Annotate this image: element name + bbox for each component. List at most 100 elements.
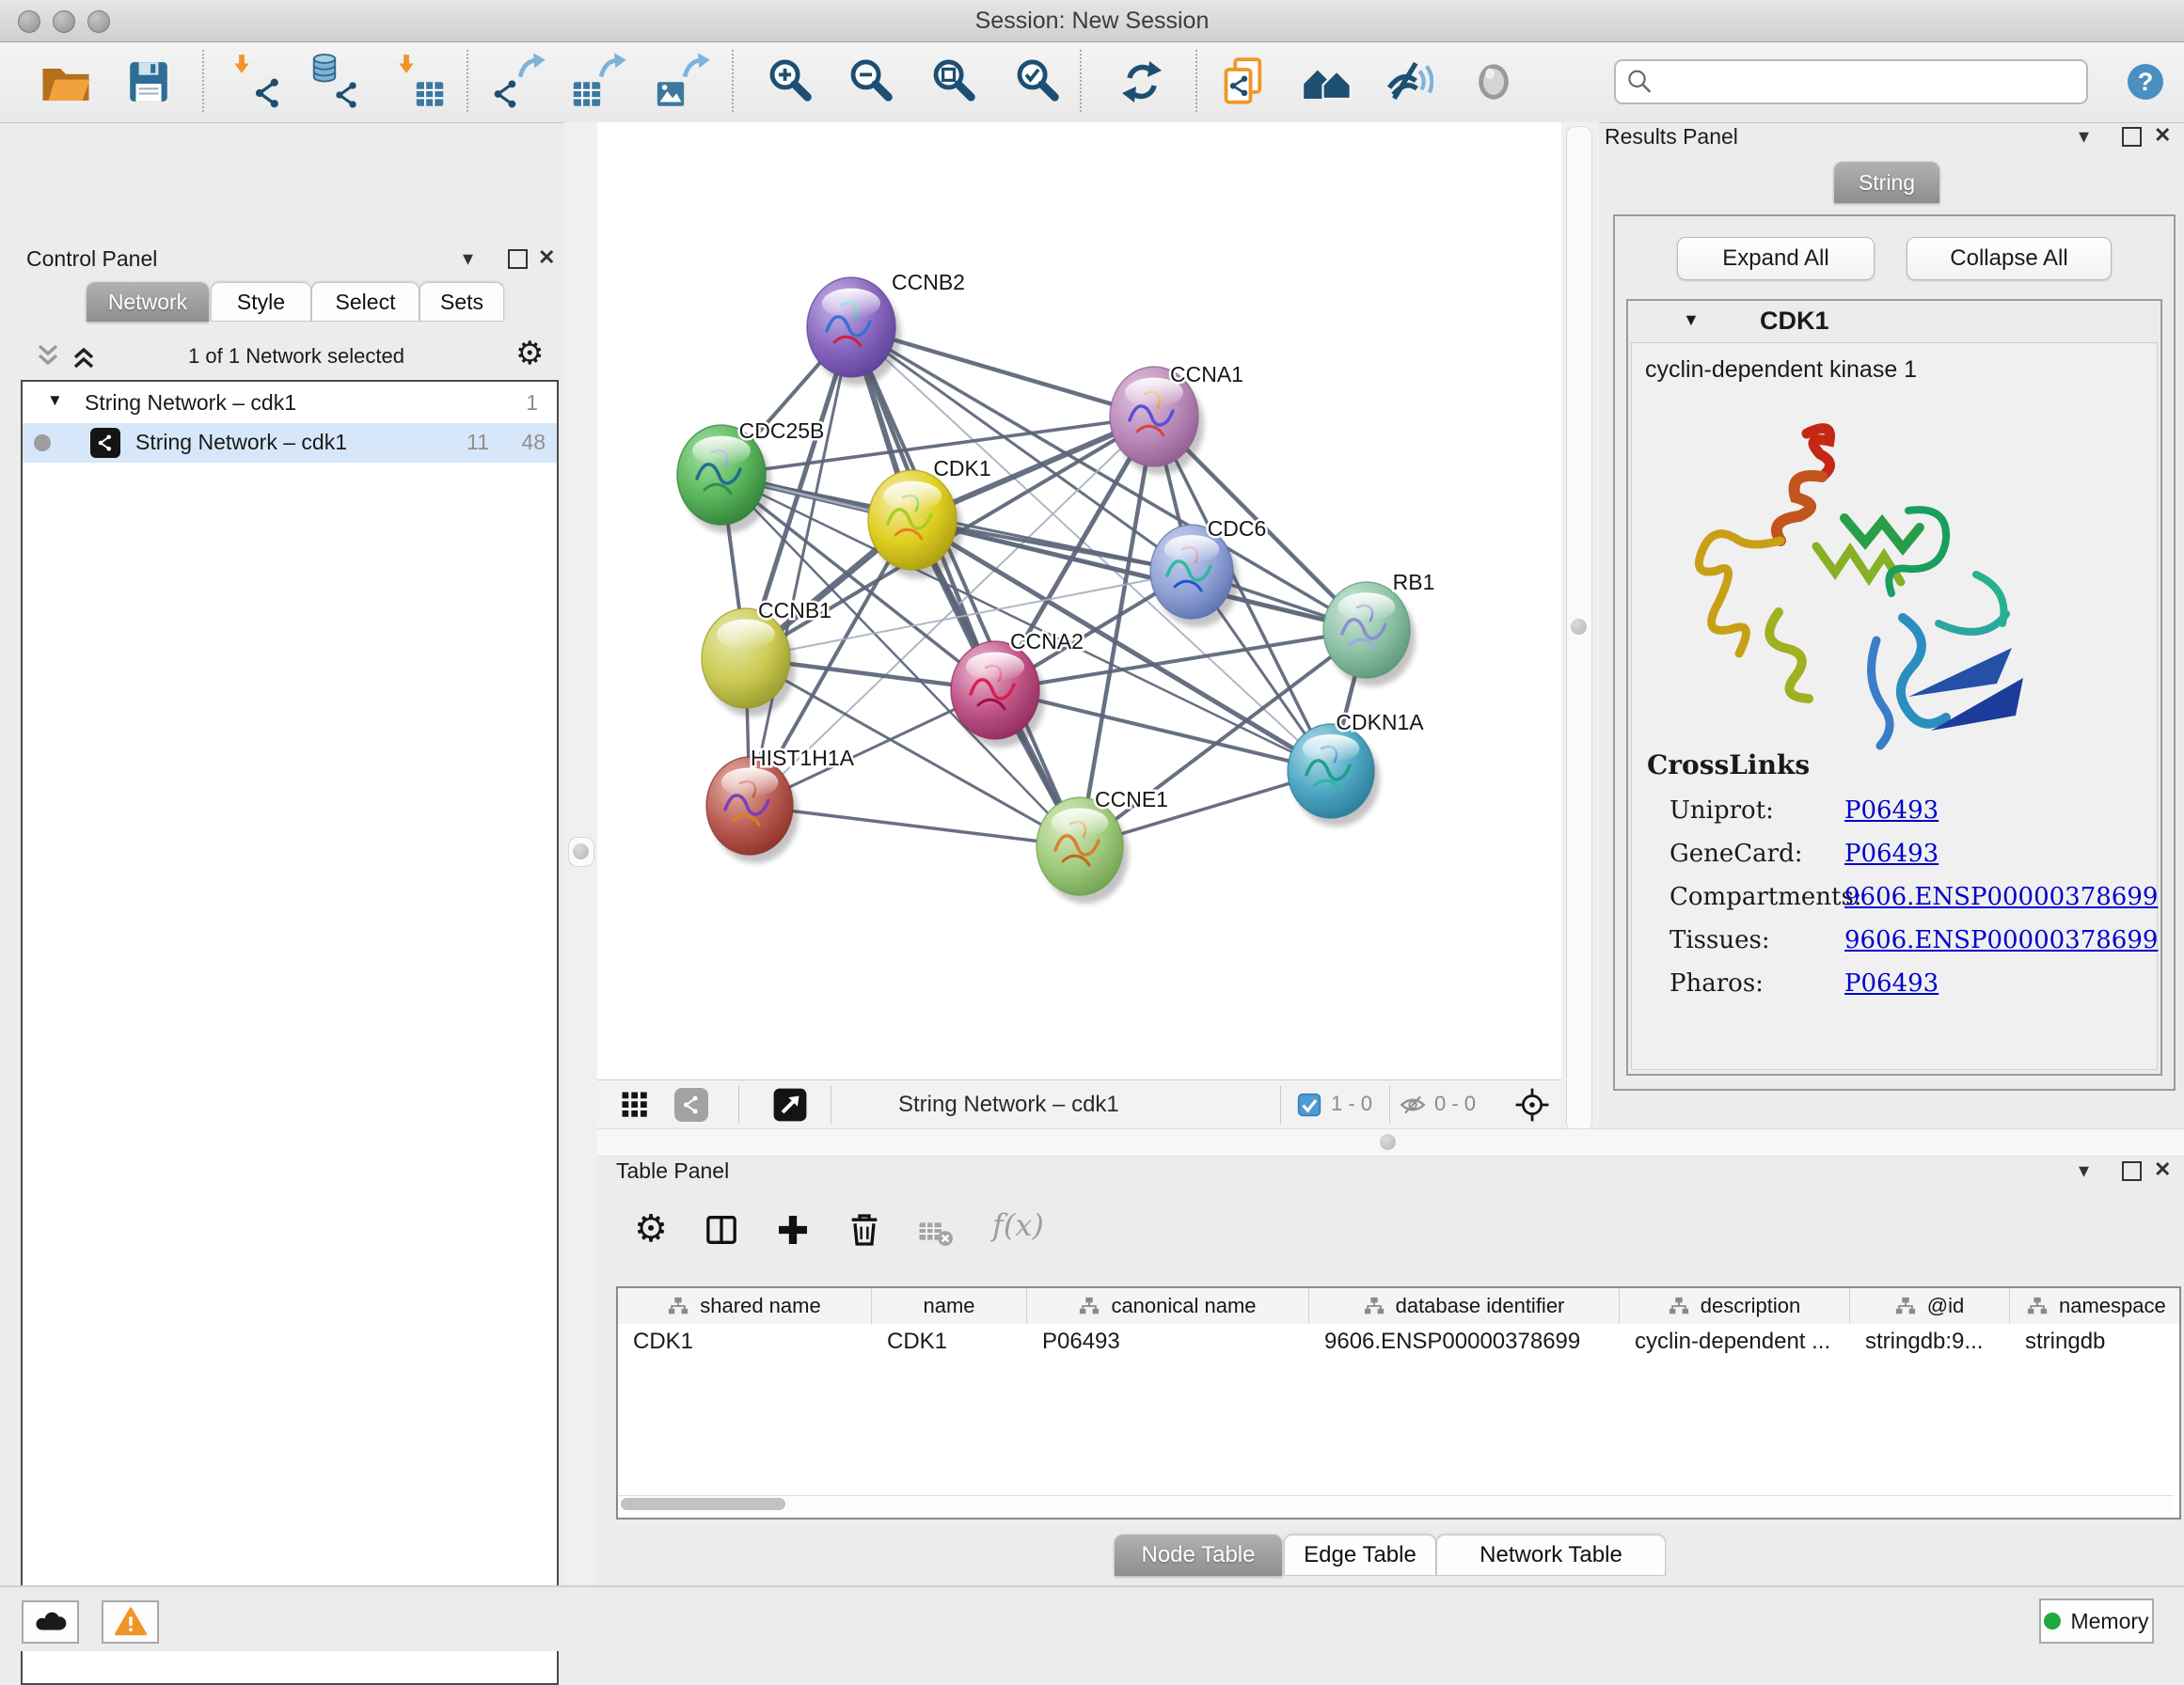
import-table-icon[interactable] <box>388 52 448 112</box>
network-graph[interactable]: CCNB2CCNA1CDC25BCDK1CDC6RB1CCNB1CCNA2CDK… <box>597 122 1561 1079</box>
column-header[interactable]: canonical name <box>1027 1288 1309 1324</box>
string-network-icon <box>90 428 120 458</box>
table-panel-close-icon[interactable]: ✕ <box>2154 1157 2171 1182</box>
function-builder-icon: f(x) <box>992 1207 1044 1243</box>
graph-node-CDK1[interactable]: CDK1 <box>868 456 991 578</box>
expand-all-button[interactable]: Expand All <box>1677 237 1875 280</box>
import-network-from-database-icon[interactable] <box>304 52 364 112</box>
table-panel-title: Table Panel <box>616 1158 729 1184</box>
memory-button[interactable]: Memory <box>2039 1598 2154 1644</box>
control-panel-menu-icon[interactable]: ▾ <box>463 246 473 271</box>
cloud-button[interactable] <box>22 1600 79 1644</box>
network-collection-row[interactable]: ▼ String Network – cdk1 1 <box>23 384 557 423</box>
divider-handle[interactable] <box>1380 1134 1396 1150</box>
network-list: ▼ String Network – cdk1 1 String Network… <box>21 380 559 1685</box>
network-options-gear-icon[interactable]: ⚙ <box>515 335 544 372</box>
tissues-link[interactable]: 9606.ENSP00000378699 <box>1844 926 2158 954</box>
selected-checkbox-icon[interactable] <box>1297 1093 1321 1117</box>
tab-edge-table[interactable]: Edge Table <box>1284 1535 1436 1576</box>
hidden-eye-slash-icon[interactable] <box>1399 1091 1427 1119</box>
warnings-button[interactable] <box>102 1600 159 1644</box>
tab-sets[interactable]: Sets <box>419 282 504 322</box>
divider-handle[interactable] <box>568 837 594 867</box>
add-column-icon[interactable] <box>774 1211 812 1249</box>
column-header[interactable]: @id <box>1850 1288 2010 1324</box>
search-input[interactable] <box>1659 64 2077 98</box>
network-canvas[interactable]: CCNB2CCNA1CDC25BCDK1CDC6RB1CCNB1CCNA2CDK… <box>597 122 1561 1079</box>
tab-node-table[interactable]: Node Table <box>1115 1535 1282 1576</box>
result-collapse-icon[interactable]: ▼ <box>1683 310 1700 330</box>
hierarchy-icon <box>1895 1296 1916 1316</box>
results-panel-menu-icon[interactable]: ▾ <box>2079 124 2089 149</box>
network-share-icon[interactable] <box>674 1088 708 1122</box>
export-image-icon[interactable] <box>653 52 713 112</box>
protein-structure-image <box>1666 405 2033 781</box>
pharos-link[interactable]: P06493 <box>1844 969 1939 998</box>
open-session-icon[interactable] <box>36 52 96 112</box>
show-columns-icon[interactable] <box>703 1211 740 1249</box>
results-panel-close-icon[interactable]: ✕ <box>2154 123 2171 148</box>
refresh-icon[interactable] <box>1112 52 1172 112</box>
zoom-fit-icon[interactable] <box>924 52 984 112</box>
export-table-icon[interactable] <box>569 52 629 112</box>
grid-view-icon[interactable] <box>618 1088 652 1122</box>
toolbar-separator <box>202 50 204 112</box>
collapse-all-chevron-icon[interactable] <box>34 342 62 370</box>
hide-glasses-icon[interactable] <box>1380 52 1440 112</box>
node-label-CCNB1: CCNB1 <box>758 598 831 622</box>
collection-count: 1 <box>493 390 538 416</box>
table-options-gear-icon[interactable]: ⚙ <box>631 1209 671 1249</box>
control-panel-float-icon[interactable] <box>508 249 528 269</box>
column-header[interactable]: namespace <box>2010 1288 2181 1324</box>
toolbar-separator <box>467 50 468 112</box>
expand-all-chevron-icon[interactable] <box>70 342 98 370</box>
tab-select[interactable]: Select <box>311 282 419 322</box>
table-panel-float-icon[interactable] <box>2122 1161 2142 1181</box>
node-label-CDKN1A: CDKN1A <box>1336 710 1424 734</box>
tab-style[interactable]: Style <box>211 282 311 322</box>
collection-expand-icon[interactable]: ▼ <box>47 391 63 410</box>
tab-network-table[interactable]: Network Table <box>1436 1535 1666 1576</box>
divider-handle[interactable] <box>1571 619 1587 635</box>
column-header[interactable]: database identifier <box>1309 1288 1620 1324</box>
import-network-from-file-icon[interactable] <box>225 52 285 112</box>
uniprot-link[interactable]: P06493 <box>1844 796 1939 825</box>
network-edge-count: 48 <box>500 430 546 455</box>
birds-eye-view-icon[interactable] <box>772 1087 808 1123</box>
graph-node-CDC6[interactable]: CDC6 <box>1150 516 1266 627</box>
help-icon[interactable]: ? <box>2115 52 2176 112</box>
network-label: String Network – cdk1 <box>135 430 347 455</box>
zoom-selected-icon[interactable] <box>1007 52 1068 112</box>
home-icon[interactable] <box>1297 52 1357 112</box>
save-session-icon[interactable] <box>119 52 179 112</box>
genecard-link[interactable]: P06493 <box>1844 840 1939 868</box>
graph-node-CCNA1[interactable]: CCNA1 <box>1110 362 1243 475</box>
delete-column-trash-icon[interactable] <box>846 1211 883 1249</box>
compartments-link[interactable]: 9606.ENSP00000378699 <box>1844 883 2158 911</box>
zoom-out-icon[interactable] <box>841 52 901 112</box>
tab-string[interactable]: String <box>1834 162 1939 203</box>
memory-status-dot <box>2044 1613 2061 1630</box>
result-node-name: CDK1 <box>1760 307 1829 336</box>
control-panel-close-icon[interactable]: ✕ <box>538 245 555 270</box>
graph-node-CCNE1[interactable]: CCNE1 <box>1037 787 1168 904</box>
window-titlebar: Session: New Session <box>0 0 2184 42</box>
graph-node-CCNB2[interactable]: CCNB2 <box>807 270 965 386</box>
column-header[interactable]: shared name <box>618 1288 872 1324</box>
tab-network[interactable]: Network <box>87 282 209 322</box>
scrollbar-thumb[interactable] <box>621 1498 785 1510</box>
zoom-in-icon[interactable] <box>760 52 820 112</box>
fit-selected-crosshair-icon[interactable] <box>1511 1084 1553 1126</box>
column-header[interactable]: name <box>872 1288 1027 1324</box>
table-horizontal-scrollbar[interactable] <box>618 1495 2174 1513</box>
share-document-icon[interactable] <box>1214 52 1274 112</box>
export-network-icon[interactable] <box>488 52 548 112</box>
table-panel-menu-icon[interactable]: ▾ <box>2079 1158 2089 1183</box>
graph-node-RB1[interactable]: RB1 <box>1323 570 1434 686</box>
column-header[interactable]: description <box>1620 1288 1850 1324</box>
results-panel-float-icon[interactable] <box>2122 127 2142 147</box>
network-row[interactable]: String Network – cdk1 11 48 <box>23 423 557 463</box>
collapse-all-button[interactable]: Collapse All <box>1907 237 2112 280</box>
graph-node-HIST1H1A[interactable]: HIST1H1A <box>706 746 855 863</box>
table-row[interactable]: CDK1 CDK1 P06493 9606.ENSP00000378699 cy… <box>618 1324 2181 1360</box>
